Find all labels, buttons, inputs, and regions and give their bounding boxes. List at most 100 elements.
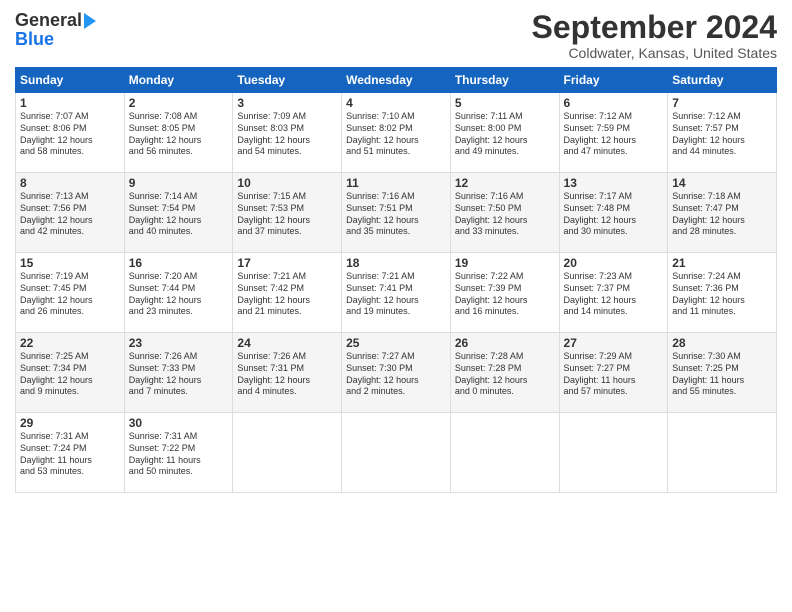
cell-info: Sunrise: 7:13 AMSunset: 7:56 PMDaylight:… xyxy=(20,191,120,238)
calendar-cell: 17Sunrise: 7:21 AMSunset: 7:42 PMDayligh… xyxy=(233,253,342,333)
calendar-week-row: 8Sunrise: 7:13 AMSunset: 7:56 PMDaylight… xyxy=(16,173,777,253)
cell-info: Sunrise: 7:31 AMSunset: 7:24 PMDaylight:… xyxy=(20,431,120,478)
calendar-cell: 12Sunrise: 7:16 AMSunset: 7:50 PMDayligh… xyxy=(450,173,559,253)
day-header-monday: Monday xyxy=(124,68,233,93)
day-number: 19 xyxy=(455,256,555,270)
calendar-table: SundayMondayTuesdayWednesdayThursdayFrid… xyxy=(15,67,777,493)
calendar-cell: 6Sunrise: 7:12 AMSunset: 7:59 PMDaylight… xyxy=(559,93,668,173)
cell-info: Sunrise: 7:19 AMSunset: 7:45 PMDaylight:… xyxy=(20,271,120,318)
day-number: 11 xyxy=(346,176,446,190)
day-header-friday: Friday xyxy=(559,68,668,93)
cell-info: Sunrise: 7:26 AMSunset: 7:33 PMDaylight:… xyxy=(129,351,229,398)
cell-info: Sunrise: 7:31 AMSunset: 7:22 PMDaylight:… xyxy=(129,431,229,478)
cell-info: Sunrise: 7:09 AMSunset: 8:03 PMDaylight:… xyxy=(237,111,337,158)
day-number: 3 xyxy=(237,96,337,110)
cell-info: Sunrise: 7:17 AMSunset: 7:48 PMDaylight:… xyxy=(564,191,664,238)
calendar-cell: 16Sunrise: 7:20 AMSunset: 7:44 PMDayligh… xyxy=(124,253,233,333)
day-number: 25 xyxy=(346,336,446,350)
calendar-cell: 23Sunrise: 7:26 AMSunset: 7:33 PMDayligh… xyxy=(124,333,233,413)
calendar-cell: 25Sunrise: 7:27 AMSunset: 7:30 PMDayligh… xyxy=(342,333,451,413)
day-number: 9 xyxy=(129,176,229,190)
day-header-saturday: Saturday xyxy=(668,68,777,93)
calendar-cell: 15Sunrise: 7:19 AMSunset: 7:45 PMDayligh… xyxy=(16,253,125,333)
day-number: 5 xyxy=(455,96,555,110)
cell-info: Sunrise: 7:21 AMSunset: 7:41 PMDaylight:… xyxy=(346,271,446,318)
cell-info: Sunrise: 7:27 AMSunset: 7:30 PMDaylight:… xyxy=(346,351,446,398)
day-number: 26 xyxy=(455,336,555,350)
calendar-week-row: 1Sunrise: 7:07 AMSunset: 8:06 PMDaylight… xyxy=(16,93,777,173)
cell-info: Sunrise: 7:08 AMSunset: 8:05 PMDaylight:… xyxy=(129,111,229,158)
calendar-cell: 10Sunrise: 7:15 AMSunset: 7:53 PMDayligh… xyxy=(233,173,342,253)
day-header-tuesday: Tuesday xyxy=(233,68,342,93)
cell-info: Sunrise: 7:07 AMSunset: 8:06 PMDaylight:… xyxy=(20,111,120,158)
cell-info: Sunrise: 7:12 AMSunset: 7:59 PMDaylight:… xyxy=(564,111,664,158)
cell-info: Sunrise: 7:26 AMSunset: 7:31 PMDaylight:… xyxy=(237,351,337,398)
day-number: 27 xyxy=(564,336,664,350)
calendar-cell: 20Sunrise: 7:23 AMSunset: 7:37 PMDayligh… xyxy=(559,253,668,333)
cell-info: Sunrise: 7:16 AMSunset: 7:51 PMDaylight:… xyxy=(346,191,446,238)
calendar-cell: 14Sunrise: 7:18 AMSunset: 7:47 PMDayligh… xyxy=(668,173,777,253)
cell-info: Sunrise: 7:18 AMSunset: 7:47 PMDaylight:… xyxy=(672,191,772,238)
calendar-cell: 1Sunrise: 7:07 AMSunset: 8:06 PMDaylight… xyxy=(16,93,125,173)
calendar-cell: 19Sunrise: 7:22 AMSunset: 7:39 PMDayligh… xyxy=(450,253,559,333)
calendar-cell: 22Sunrise: 7:25 AMSunset: 7:34 PMDayligh… xyxy=(16,333,125,413)
cell-info: Sunrise: 7:11 AMSunset: 8:00 PMDaylight:… xyxy=(455,111,555,158)
calendar-cell: 13Sunrise: 7:17 AMSunset: 7:48 PMDayligh… xyxy=(559,173,668,253)
calendar-cell xyxy=(450,413,559,493)
cell-info: Sunrise: 7:24 AMSunset: 7:36 PMDaylight:… xyxy=(672,271,772,318)
cell-info: Sunrise: 7:28 AMSunset: 7:28 PMDaylight:… xyxy=(455,351,555,398)
logo-arrow-icon xyxy=(84,13,96,29)
day-number: 14 xyxy=(672,176,772,190)
calendar-cell: 26Sunrise: 7:28 AMSunset: 7:28 PMDayligh… xyxy=(450,333,559,413)
calendar-cell: 11Sunrise: 7:16 AMSunset: 7:51 PMDayligh… xyxy=(342,173,451,253)
calendar-cell: 30Sunrise: 7:31 AMSunset: 7:22 PMDayligh… xyxy=(124,413,233,493)
calendar-cell: 27Sunrise: 7:29 AMSunset: 7:27 PMDayligh… xyxy=(559,333,668,413)
day-number: 30 xyxy=(129,416,229,430)
calendar-cell: 4Sunrise: 7:10 AMSunset: 8:02 PMDaylight… xyxy=(342,93,451,173)
day-number: 23 xyxy=(129,336,229,350)
cell-info: Sunrise: 7:12 AMSunset: 7:57 PMDaylight:… xyxy=(672,111,772,158)
day-number: 18 xyxy=(346,256,446,270)
day-number: 20 xyxy=(564,256,664,270)
month-title: September 2024 xyxy=(532,10,777,45)
day-number: 28 xyxy=(672,336,772,350)
day-header-thursday: Thursday xyxy=(450,68,559,93)
main-container: General Blue September 2024 Coldwater, K… xyxy=(0,0,792,498)
calendar-cell xyxy=(559,413,668,493)
calendar-header-row: SundayMondayTuesdayWednesdayThursdayFrid… xyxy=(16,68,777,93)
calendar-cell: 8Sunrise: 7:13 AMSunset: 7:56 PMDaylight… xyxy=(16,173,125,253)
cell-info: Sunrise: 7:14 AMSunset: 7:54 PMDaylight:… xyxy=(129,191,229,238)
calendar-cell: 7Sunrise: 7:12 AMSunset: 7:57 PMDaylight… xyxy=(668,93,777,173)
calendar-cell: 21Sunrise: 7:24 AMSunset: 7:36 PMDayligh… xyxy=(668,253,777,333)
calendar-cell: 18Sunrise: 7:21 AMSunset: 7:41 PMDayligh… xyxy=(342,253,451,333)
calendar-cell: 24Sunrise: 7:26 AMSunset: 7:31 PMDayligh… xyxy=(233,333,342,413)
day-number: 7 xyxy=(672,96,772,110)
calendar-cell: 9Sunrise: 7:14 AMSunset: 7:54 PMDaylight… xyxy=(124,173,233,253)
cell-info: Sunrise: 7:29 AMSunset: 7:27 PMDaylight:… xyxy=(564,351,664,398)
calendar-week-row: 22Sunrise: 7:25 AMSunset: 7:34 PMDayligh… xyxy=(16,333,777,413)
day-number: 22 xyxy=(20,336,120,350)
day-number: 24 xyxy=(237,336,337,350)
day-number: 6 xyxy=(564,96,664,110)
day-header-wednesday: Wednesday xyxy=(342,68,451,93)
calendar-body: 1Sunrise: 7:07 AMSunset: 8:06 PMDaylight… xyxy=(16,93,777,493)
calendar-cell xyxy=(668,413,777,493)
logo-general: General xyxy=(15,10,82,31)
calendar-week-row: 15Sunrise: 7:19 AMSunset: 7:45 PMDayligh… xyxy=(16,253,777,333)
title-block: September 2024 Coldwater, Kansas, United… xyxy=(532,10,777,61)
day-number: 29 xyxy=(20,416,120,430)
day-number: 15 xyxy=(20,256,120,270)
calendar-cell: 29Sunrise: 7:31 AMSunset: 7:24 PMDayligh… xyxy=(16,413,125,493)
day-header-sunday: Sunday xyxy=(16,68,125,93)
calendar-cell xyxy=(342,413,451,493)
calendar-cell: 3Sunrise: 7:09 AMSunset: 8:03 PMDaylight… xyxy=(233,93,342,173)
day-number: 17 xyxy=(237,256,337,270)
day-number: 4 xyxy=(346,96,446,110)
logo: General Blue xyxy=(15,10,96,50)
calendar-cell: 5Sunrise: 7:11 AMSunset: 8:00 PMDaylight… xyxy=(450,93,559,173)
cell-info: Sunrise: 7:30 AMSunset: 7:25 PMDaylight:… xyxy=(672,351,772,398)
cell-info: Sunrise: 7:23 AMSunset: 7:37 PMDaylight:… xyxy=(564,271,664,318)
day-number: 16 xyxy=(129,256,229,270)
calendar-week-row: 29Sunrise: 7:31 AMSunset: 7:24 PMDayligh… xyxy=(16,413,777,493)
day-number: 1 xyxy=(20,96,120,110)
